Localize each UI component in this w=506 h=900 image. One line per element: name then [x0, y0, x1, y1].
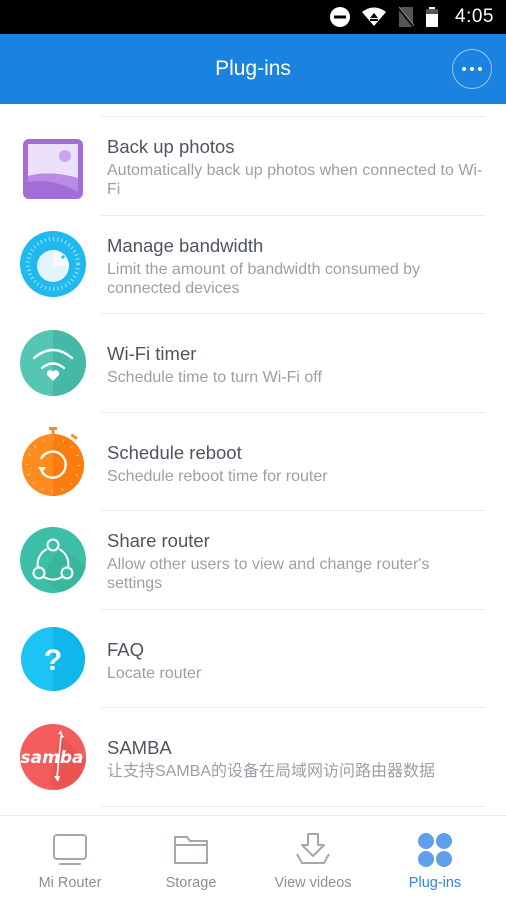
battery-icon — [426, 7, 439, 27]
more-options-button[interactable] — [452, 49, 492, 89]
tab-mi-router[interactable]: Mi Router — [7, 816, 133, 900]
plugin-description: Limit the amount of bandwidth consumed b… — [107, 261, 421, 297]
tab-label: Mi Router — [38, 875, 102, 891]
tab-storage[interactable]: Storage — [128, 816, 254, 900]
photo-backup-icon — [23, 139, 83, 199]
more-horizontal-icon-dot — [462, 67, 466, 71]
plugin-description: Locate router — [107, 665, 202, 682]
reboot-timer-icon — [22, 427, 84, 496]
plugin-title: Share router — [107, 530, 210, 551]
wifi-icon — [362, 7, 387, 26]
plugin-title: Wi-Fi timer — [107, 343, 197, 364]
plugin-description: Allow other users to view and change rou… — [107, 556, 430, 592]
tab-plug-ins[interactable]: Plug-ins — [372, 816, 498, 900]
question-icon: ? — [21, 627, 85, 691]
samba-icon: samba — [20, 724, 86, 790]
folder-icon — [174, 836, 208, 864]
grid-dots-icon — [418, 833, 452, 867]
plugin-item-faq[interactable]: ? FAQ Locate router — [0, 609, 506, 707]
plugin-item-wifi-timer[interactable]: Wi-Fi timer Schedule time to turn Wi-Fi … — [0, 313, 506, 411]
plugin-description: 让支持SAMBA的设备在局域网访问路由器数据 — [107, 763, 436, 780]
divider — [100, 806, 485, 807]
share-icon — [20, 527, 86, 593]
plugin-item-share-router[interactable]: Share router Allow other users to view a… — [0, 510, 506, 608]
plugin-title: FAQ — [107, 639, 145, 660]
plugin-item-back-up-photos[interactable]: Back up photos Automatically back up pho… — [0, 116, 506, 214]
plugin-title: Schedule reboot — [107, 442, 242, 463]
plugin-description: Schedule time to turn Wi-Fi off — [107, 369, 322, 386]
plugin-description: Schedule reboot time for router — [107, 468, 328, 485]
tab-label: Plug-ins — [408, 875, 462, 891]
plugin-title: SAMBA — [107, 737, 172, 758]
tab-view-videos[interactable]: View videos — [250, 816, 376, 900]
monitor-icon — [53, 834, 87, 865]
more-horizontal-icon-dot — [470, 67, 474, 71]
plugin-description: Automatically back up photos when connec… — [107, 162, 483, 198]
wifi-timer-icon — [20, 330, 86, 396]
tab-label: View videos — [274, 875, 352, 891]
no-sim-icon — [397, 6, 415, 28]
bottom-navigation: Mi Router Storage View videos Plug-ins — [0, 815, 506, 900]
plugin-title: Manage bandwidth — [107, 235, 264, 256]
app-bar: Plug-ins — [0, 34, 506, 104]
plugin-item-manage-bandwidth[interactable]: Manage bandwidth Limit the amount of ban… — [0, 215, 506, 313]
status-icons: 4:05 — [329, 0, 494, 34]
status-bar: 4:05 — [0, 0, 506, 34]
tab-label: Storage — [165, 875, 217, 891]
svg-text:?: ? — [44, 644, 62, 677]
do-not-disturb-icon — [330, 7, 351, 27]
more-horizontal-icon-dot — [478, 67, 482, 71]
page-title: Plug-ins — [215, 57, 291, 80]
svg-text:samba: samba — [21, 748, 84, 768]
plugin-title: Back up photos — [107, 136, 235, 157]
plugin-item-schedule-reboot[interactable]: Schedule reboot Schedule reboot time for… — [0, 412, 506, 510]
plugin-item-samba[interactable]: samba SAMBA 让支持SAMBA的设备在局域网访问路由器数据 — [0, 707, 506, 805]
status-time: 4:05 — [455, 6, 494, 27]
download-icon — [296, 833, 330, 864]
bandwidth-dial-icon — [20, 231, 86, 297]
